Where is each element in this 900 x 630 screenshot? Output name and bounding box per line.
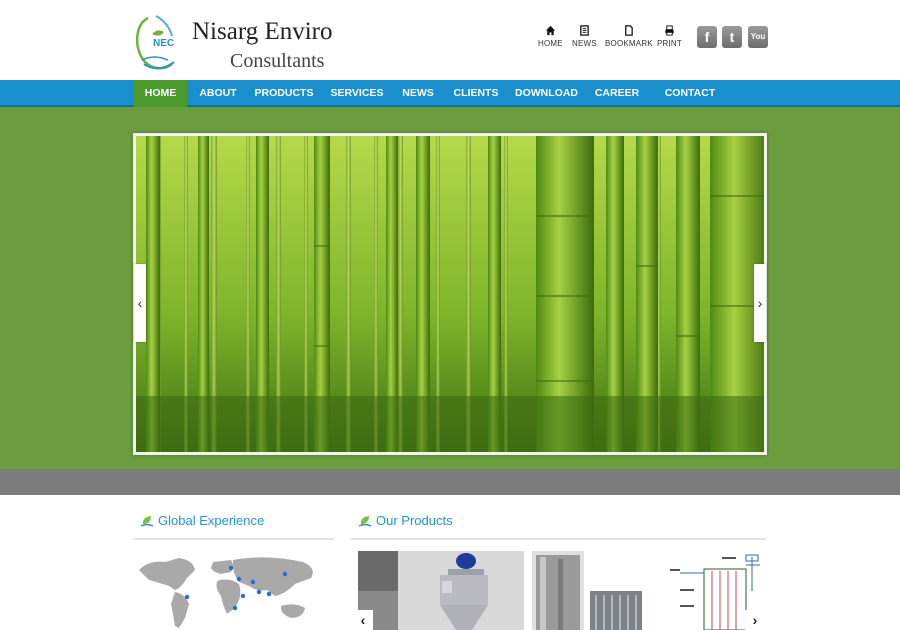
nav-item-contact-us[interactable]: CONTACT US: [656, 80, 724, 126]
leaf-icon: [140, 516, 154, 527]
home-icon: [545, 25, 555, 36]
divider-band: [0, 469, 900, 495]
utility-news-link[interactable]: NEWS: [572, 25, 597, 48]
utility-print-link[interactable]: PRINT: [657, 25, 682, 48]
utility-bookmark-link[interactable]: BOOKMARK: [605, 25, 653, 48]
utility-print-label: PRINT: [657, 39, 682, 48]
products-next-button[interactable]: ›: [745, 610, 765, 630]
nav-item-download[interactable]: DOWNLOAD: [515, 80, 578, 107]
main-nav: HOME ABOUT PRODUCTS SERVICES NEWS CLIENT…: [0, 80, 900, 126]
facebook-icon[interactable]: f: [697, 26, 717, 48]
world-map-image: [139, 557, 313, 628]
print-icon: [665, 25, 674, 36]
logo-title: Nisarg Enviro: [192, 18, 333, 45]
product-cyclone-image[interactable]: [358, 551, 524, 630]
nav-item-home[interactable]: HOME: [134, 80, 187, 107]
bamboo-forest-image: [136, 136, 764, 452]
page: NEC Nisarg Enviro Consultants HOME NEWS …: [0, 0, 900, 630]
bookmark-icon: [625, 25, 634, 36]
nec-logo-icon: NEC: [135, 15, 175, 70]
hero-slide-image: [133, 133, 767, 455]
site-header: NEC Nisarg Enviro Consultants HOME NEWS …: [0, 0, 900, 80]
utility-home-link[interactable]: HOME: [538, 25, 563, 48]
nav-item-products[interactable]: PRODUCTS: [252, 80, 316, 107]
nav-item-clients[interactable]: CLIENTS: [450, 80, 502, 107]
global-experience-title: Global Experience: [158, 513, 265, 528]
nav-item-career[interactable]: CAREER: [592, 80, 642, 107]
logo-subtitle: Consultants: [230, 50, 325, 72]
nav-item-services[interactable]: SERVICES: [327, 80, 387, 107]
utility-news-label: NEWS: [572, 39, 597, 48]
nav-item-news[interactable]: NEWS: [398, 80, 438, 107]
slider-next-button[interactable]: ›: [754, 264, 766, 342]
news-icon: [580, 25, 589, 36]
our-products-title: Our Products: [376, 513, 453, 528]
leaf-icon: [358, 516, 372, 527]
twitter-icon[interactable]: t: [722, 26, 742, 48]
product-filter-image[interactable]: [532, 551, 642, 630]
utility-bookmark-label: BOOKMARK: [605, 39, 653, 48]
utility-home-label: HOME: [538, 39, 563, 48]
site-logo[interactable]: NEC Nisarg Enviro Consultants: [134, 14, 333, 74]
products-prev-button[interactable]: ‹: [353, 610, 373, 630]
logo-mark-text: NEC: [153, 38, 174, 49]
slider-prev-button[interactable]: ‹: [134, 264, 146, 342]
global-experience-heading: Global Experience: [133, 512, 334, 540]
nav-item-about[interactable]: ABOUT: [193, 80, 243, 107]
youtube-icon[interactable]: You Tube: [748, 26, 768, 63]
our-products-heading: Our Products: [351, 512, 766, 540]
